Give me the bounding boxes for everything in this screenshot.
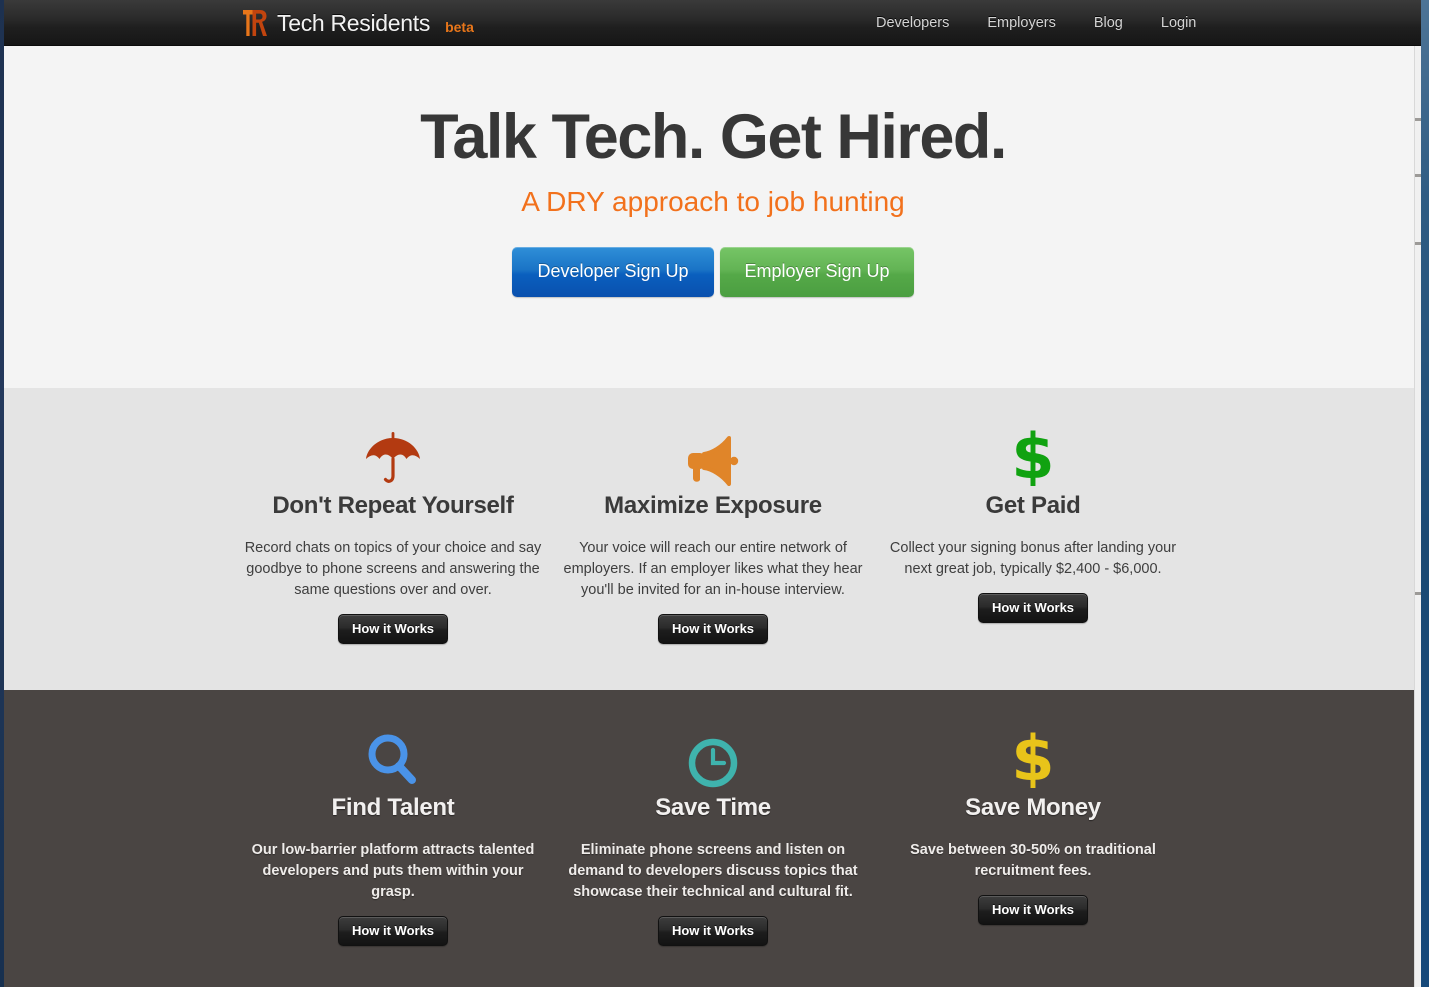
card-maximize-exposure: Maximize Exposure Your voice will reach …	[553, 414, 873, 644]
page-title: Talk Tech. Get Hired.	[420, 102, 1007, 172]
card-body: Our low-barrier platform attracts talent…	[251, 842, 535, 900]
card-title: Don't Repeat Yourself	[272, 492, 514, 519]
browser-viewport: Tech Residents beta Developers Employers…	[4, 0, 1422, 987]
developer-cards: Don't Repeat Yourself Record chats on to…	[4, 414, 1422, 644]
megaphone-icon	[561, 414, 865, 486]
developer-signup-button[interactable]: Developer Sign Up	[512, 247, 714, 298]
card-body: Your voice will reach our entire network…	[563, 540, 863, 598]
developers-feature-section: Developers Don't Repeat Yourself	[4, 388, 1422, 819]
card-get-paid: $ Get Paid Collect your signing bonus af…	[873, 414, 1193, 644]
magnifier-icon	[241, 716, 545, 788]
card-title: Save Money	[965, 794, 1101, 821]
brand-logo-link[interactable]: Tech Residents beta	[242, 0, 474, 46]
card-body: Record chats on topics of your choice an…	[244, 540, 542, 598]
desktop-edge-left	[0, 0, 4, 987]
primary-nav: Developers Employers Blog Login	[876, 0, 1196, 46]
hero-section: Talk Tech. Get Hired. A DRY approach to …	[4, 46, 1422, 388]
nav-link-blog[interactable]: Blog	[1094, 15, 1123, 31]
nav-link-developers[interactable]: Developers	[876, 15, 949, 31]
how-it-works-button[interactable]: How it Works	[657, 614, 769, 644]
dollar-sign-icon: $	[881, 716, 1185, 788]
svg-text:$: $	[1011, 730, 1054, 788]
card-dont-repeat-yourself: Don't Repeat Yourself Record chats on to…	[233, 414, 553, 644]
how-it-works-button[interactable]: How it Works	[977, 895, 1089, 925]
how-it-works-button[interactable]: How it Works	[977, 593, 1089, 623]
employer-signup-button[interactable]: Employer Sign Up	[720, 247, 914, 298]
hero-tagline: A DRY approach to job hunting	[521, 186, 905, 218]
how-it-works-button[interactable]: How it Works	[337, 916, 449, 946]
employer-cards: Find Talent Our low-barrier platform att…	[4, 716, 1422, 946]
employers-feature-section: Employers Find Talent Our low-barrier pl…	[4, 690, 1422, 987]
card-title: Get Paid	[985, 492, 1081, 519]
card-save-time: Save Time Eliminate phone screens and li…	[553, 716, 873, 946]
card-title: Maximize Exposure	[604, 492, 822, 519]
umbrella-icon	[241, 414, 545, 486]
card-title: Save Time	[655, 794, 771, 821]
hero-cta-row: Developer Sign Up Employer Sign Up	[4, 247, 1422, 298]
brand-name: Tech Residents	[277, 9, 431, 36]
card-title: Find Talent	[331, 794, 455, 821]
card-body: Save between 30-50% on traditional recru…	[910, 842, 1156, 879]
svg-text:$: $	[1011, 428, 1054, 486]
card-save-money: $ Save Money Save between 30-50% on trad…	[873, 716, 1193, 946]
clock-icon	[561, 716, 865, 788]
how-it-works-button[interactable]: How it Works	[337, 614, 449, 644]
screen: Tech Residents beta Developers Employers…	[0, 0, 1429, 987]
tr-monogram-logo-icon	[242, 8, 268, 38]
desktop-edge-right	[1421, 0, 1429, 987]
card-body: Collect your signing bonus after landing…	[889, 540, 1177, 577]
card-body: Eliminate phone screens and listen on de…	[568, 842, 858, 900]
beta-badge: beta	[445, 19, 474, 35]
how-it-works-button[interactable]: How it Works	[657, 916, 769, 946]
nav-link-employers[interactable]: Employers	[987, 15, 1056, 31]
card-find-talent: Find Talent Our low-barrier platform att…	[233, 716, 553, 946]
nav-link-login[interactable]: Login	[1161, 15, 1196, 31]
top-navigation-bar: Tech Residents beta Developers Employers…	[4, 0, 1422, 46]
dollar-sign-icon: $	[881, 414, 1185, 486]
